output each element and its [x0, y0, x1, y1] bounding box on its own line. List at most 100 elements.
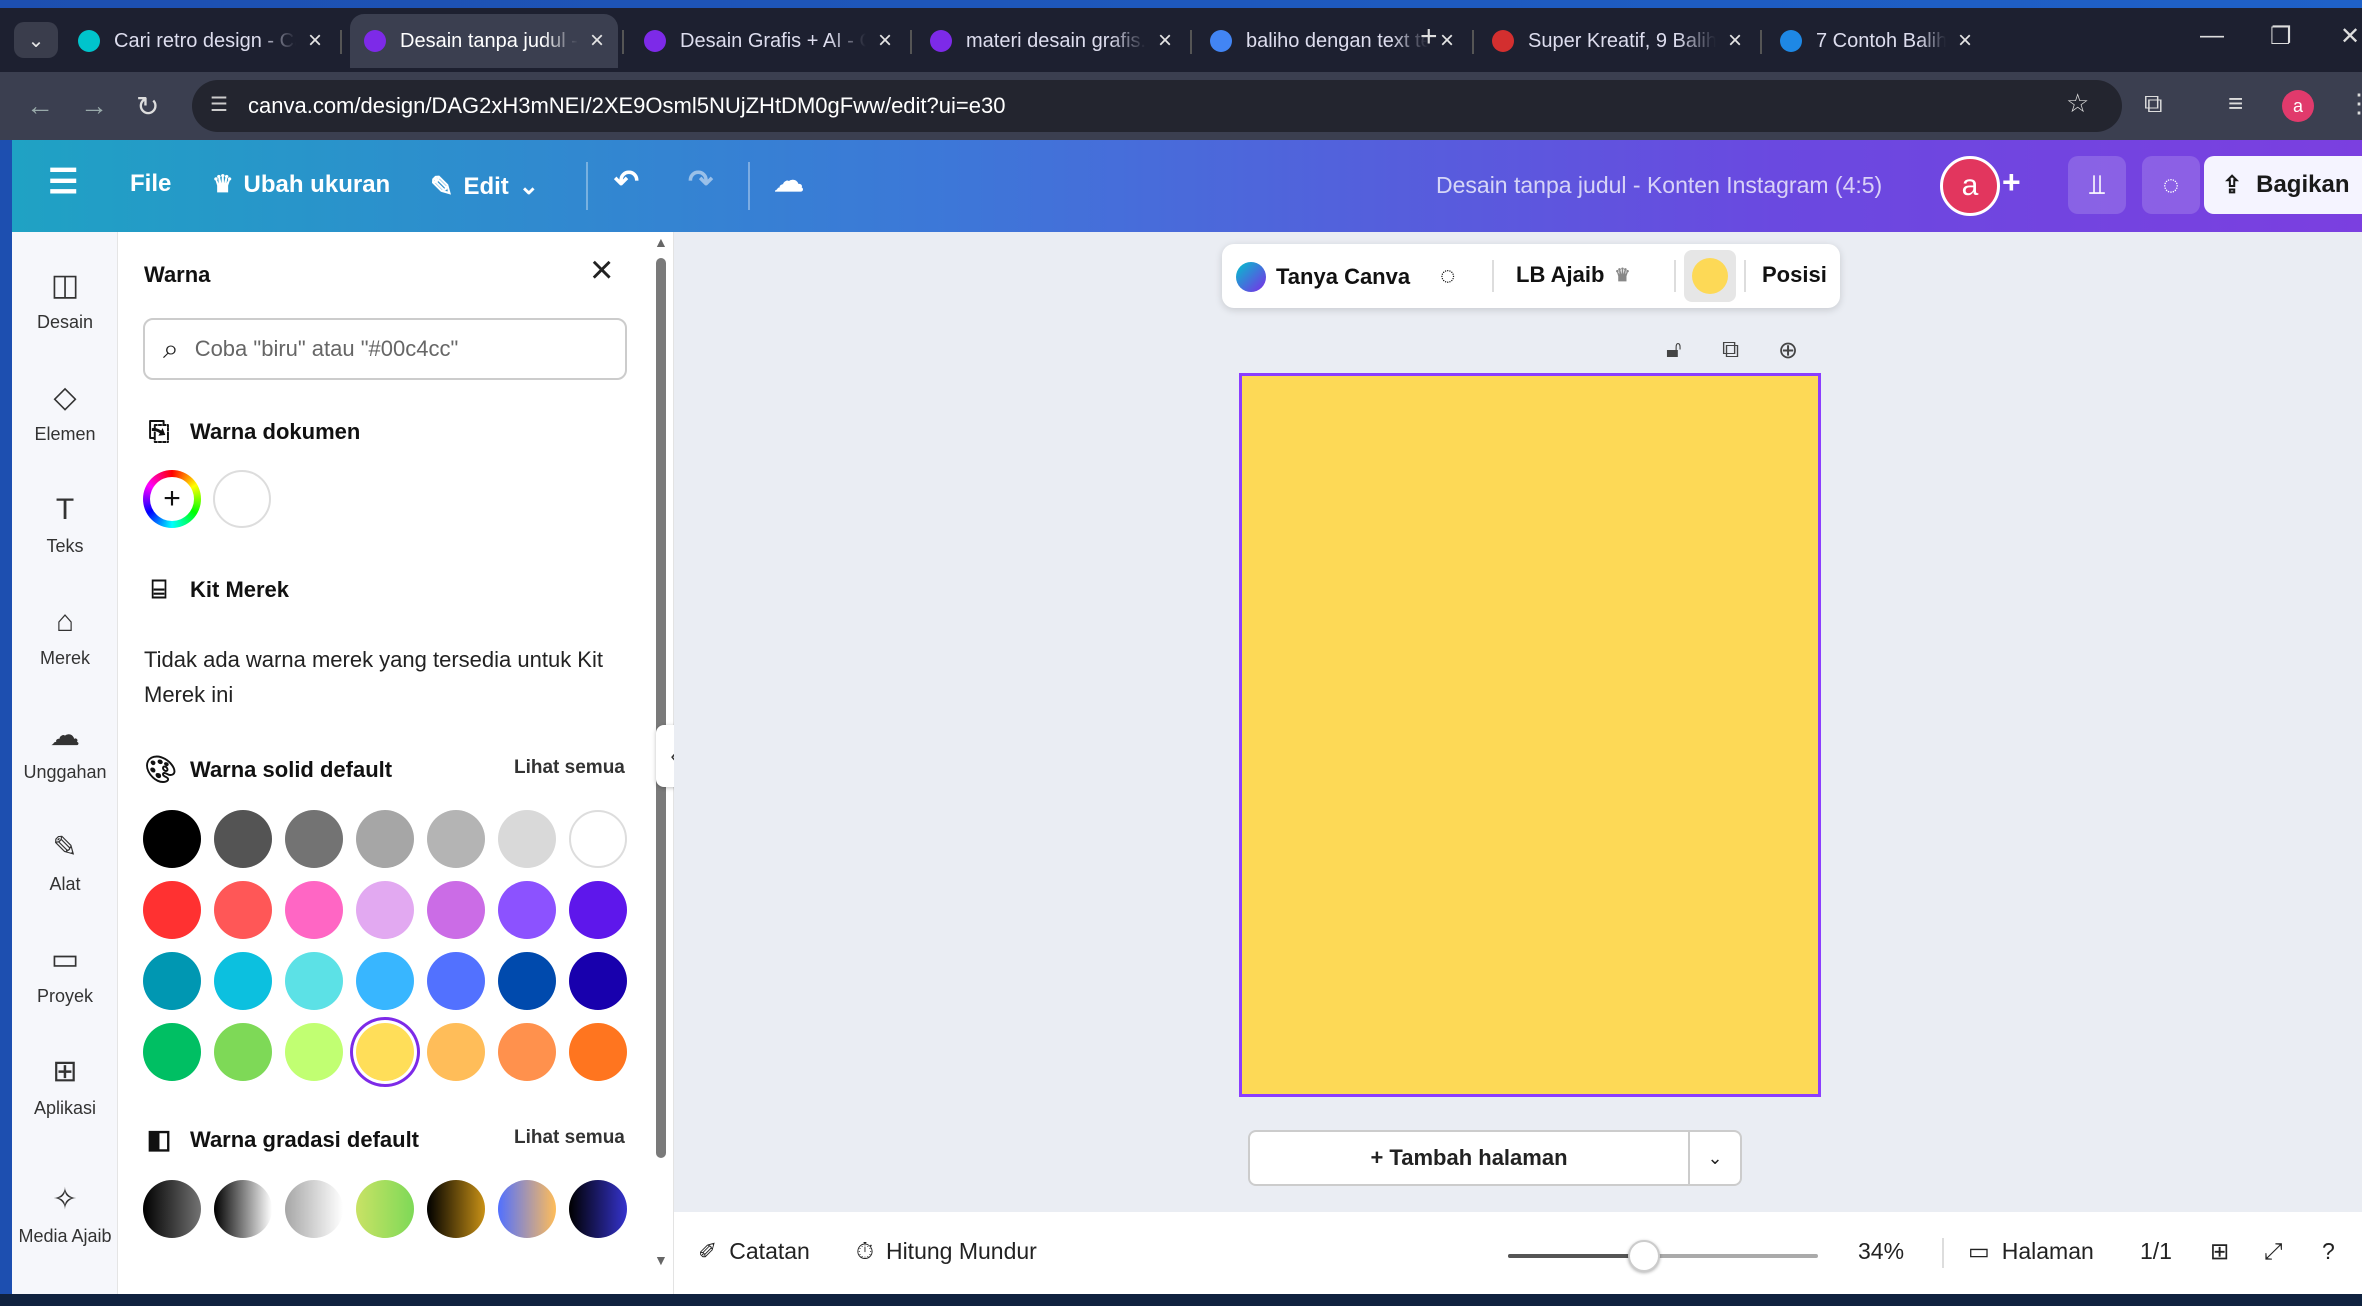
- color-swatch[interactable]: [356, 810, 414, 868]
- color-swatch[interactable]: [498, 1023, 556, 1081]
- tab-search-button[interactable]: ⌄: [14, 22, 58, 58]
- user-avatar[interactable]: a: [1940, 156, 2000, 216]
- media-icon[interactable]: ≡: [2228, 88, 2243, 119]
- color-swatch-button[interactable]: [1684, 250, 1736, 302]
- ask-canva-button[interactable]: Tanya Canva: [1236, 262, 1410, 292]
- color-swatch[interactable]: [427, 1023, 485, 1081]
- close-window-icon[interactable]: ✕: [2340, 22, 2360, 51]
- rail-item-media-ajaib[interactable]: ✧ Media Ajaib: [12, 1180, 118, 1247]
- color-swatch[interactable]: [214, 881, 272, 939]
- panel-scrollbar[interactable]: [656, 258, 666, 1158]
- add-page-icon[interactable]: ⊕: [1778, 336, 1798, 365]
- url-input[interactable]: ☰ canva.com/design/DAG2xH3mNEI/2XE9Osml5…: [192, 80, 2122, 132]
- browser-tab[interactable]: materi desain grafis.pdf ×: [916, 14, 1186, 68]
- undo-icon[interactable]: ↶: [614, 164, 639, 199]
- browser-tab[interactable]: Desain tanpa judul - Canva ×: [350, 14, 618, 68]
- zoom-slider[interactable]: [1508, 1240, 1818, 1272]
- color-swatch[interactable]: [285, 952, 343, 1010]
- share-button[interactable]: ⇪ Bagikan: [2204, 156, 2362, 214]
- scroll-up-icon[interactable]: ▲: [654, 234, 668, 250]
- reload-icon[interactable]: ↻: [136, 90, 159, 123]
- restore-icon[interactable]: ❐: [2270, 22, 2292, 51]
- rail-item-merek[interactable]: ⌂ Merek: [12, 602, 118, 669]
- gradient-swatch[interactable]: [356, 1180, 414, 1238]
- minimize-icon[interactable]: —: [2200, 22, 2224, 50]
- rail-item-aplikasi[interactable]: ⊞ Aplikasi: [12, 1052, 118, 1119]
- document-title[interactable]: Desain tanpa judul - Konten Instagram (4…: [1436, 172, 1882, 199]
- browser-tab[interactable]: Super Kreatif, 9 Baliho ×: [1478, 14, 1756, 68]
- doc-color-swatch[interactable]: [213, 470, 271, 528]
- rail-item-desain[interactable]: ◫ Desain: [12, 266, 118, 333]
- duplicate-page-icon[interactable]: ⧉: [1722, 336, 1739, 364]
- see-all-gradient-link[interactable]: Lihat semua: [514, 1127, 625, 1149]
- comment-icon[interactable]: ◌: [2142, 156, 2200, 214]
- color-swatch[interactable]: [214, 952, 272, 1010]
- timer-button[interactable]: ⏱ Hitung Mundur: [856, 1238, 1037, 1265]
- color-swatch[interactable]: [498, 881, 556, 939]
- close-icon[interactable]: ×: [590, 250, 613, 290]
- color-swatch[interactable]: [569, 952, 627, 1010]
- rail-item-unggahan[interactable]: ☁ Unggahan: [12, 716, 118, 783]
- color-swatch[interactable]: [285, 1023, 343, 1081]
- hamburger-menu-icon[interactable]: ☰: [48, 162, 78, 202]
- color-swatch[interactable]: [143, 810, 201, 868]
- add-color-button[interactable]: +: [143, 470, 201, 528]
- redo-icon[interactable]: ↷: [688, 164, 713, 199]
- extensions-icon[interactable]: ⧉: [2144, 88, 2163, 120]
- profile-avatar[interactable]: a: [2282, 90, 2314, 122]
- gradient-swatch[interactable]: [498, 1180, 556, 1238]
- color-swatch[interactable]: [285, 881, 343, 939]
- cloud-saved-icon[interactable]: ☁: [774, 164, 804, 199]
- insights-icon[interactable]: ⫫: [2068, 156, 2126, 214]
- bookmark-star-icon[interactable]: ☆: [2066, 88, 2089, 119]
- browser-tab[interactable]: 7 Contoh Baliho Dengan ×: [1766, 14, 1986, 68]
- see-all-solid-link[interactable]: Lihat semua: [514, 757, 625, 779]
- gradient-swatch[interactable]: [569, 1180, 627, 1238]
- position-button[interactable]: Posisi: [1762, 262, 1827, 288]
- color-swatch[interactable]: [356, 952, 414, 1010]
- tab-close-icon[interactable]: ×: [1958, 27, 1972, 55]
- color-swatch[interactable]: [143, 1023, 201, 1081]
- browser-tab[interactable]: Desain Grafis + AI - Canva ×: [630, 14, 906, 68]
- color-swatch[interactable]: [427, 810, 485, 868]
- menu-dots-icon[interactable]: ⋮: [2346, 88, 2362, 119]
- rail-item-proyek[interactable]: ▭ Proyek: [12, 940, 118, 1007]
- browser-tab[interactable]: Cari retro design - Canva ×: [64, 14, 336, 68]
- color-search-input[interactable]: [194, 336, 575, 362]
- color-swatch[interactable]: [214, 810, 272, 868]
- tab-close-icon[interactable]: ×: [308, 27, 322, 55]
- color-swatch[interactable]: [214, 1023, 272, 1081]
- color-swatch[interactable]: [356, 1023, 414, 1081]
- gradient-swatch[interactable]: [214, 1180, 272, 1238]
- color-swatch[interactable]: [143, 952, 201, 1010]
- color-swatch[interactable]: [427, 881, 485, 939]
- color-search-field[interactable]: ⌕: [143, 318, 627, 380]
- color-swatch[interactable]: [143, 881, 201, 939]
- tab-close-icon[interactable]: ×: [1728, 27, 1742, 55]
- rail-item-alat[interactable]: ✎ Alat: [12, 828, 118, 895]
- add-page-dropdown[interactable]: ⌄: [1688, 1130, 1742, 1186]
- gradient-swatch[interactable]: [285, 1180, 343, 1238]
- lock-icon[interactable]: 🔓︎: [1666, 336, 1682, 364]
- zoom-level[interactable]: 34%: [1858, 1238, 1904, 1265]
- add-collaborator-icon[interactable]: +: [2002, 164, 2021, 201]
- page-count[interactable]: 1/1: [2140, 1238, 2172, 1265]
- gradient-swatch[interactable]: [427, 1180, 485, 1238]
- design-page[interactable]: [1239, 373, 1821, 1097]
- zoom-slider-knob[interactable]: [1628, 1240, 1661, 1272]
- add-page-button[interactable]: + Tambah halaman: [1248, 1130, 1690, 1186]
- ai-comment-icon[interactable]: ◌: [1440, 260, 1455, 291]
- help-icon[interactable]: ?: [2322, 1238, 2335, 1265]
- tab-close-icon[interactable]: ×: [1440, 27, 1454, 55]
- color-swatch[interactable]: [569, 810, 627, 868]
- color-swatch[interactable]: [569, 1023, 627, 1081]
- tab-close-icon[interactable]: ×: [1158, 27, 1172, 55]
- gradient-swatch[interactable]: [143, 1180, 201, 1238]
- file-menu[interactable]: File: [130, 170, 171, 198]
- back-icon[interactable]: ←: [26, 90, 54, 122]
- color-swatch[interactable]: [498, 952, 556, 1010]
- forward-icon[interactable]: →: [80, 90, 108, 122]
- color-swatch[interactable]: [356, 881, 414, 939]
- magic-font-button[interactable]: LB Ajaib ♛: [1516, 262, 1631, 288]
- rail-item-teks[interactable]: T Teks: [12, 490, 118, 557]
